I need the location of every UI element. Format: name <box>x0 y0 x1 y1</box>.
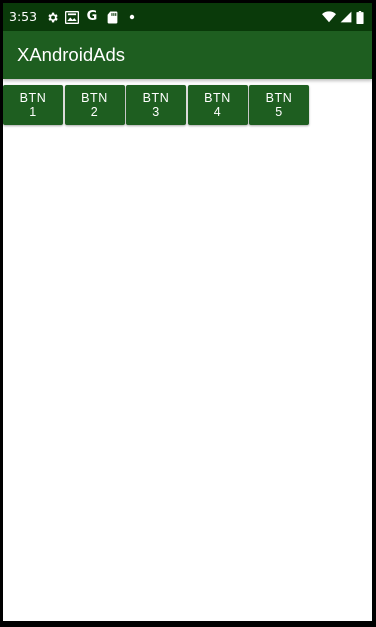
sd-card-icon <box>103 9 121 25</box>
google-icon: G <box>86 9 98 24</box>
button-label-line1: BTN <box>19 91 47 105</box>
status-time: 3:53 <box>9 9 38 24</box>
button-label-line2: 5 <box>275 105 283 119</box>
app-bar: XAndroidAds <box>3 31 372 79</box>
status-system-icons <box>318 9 364 25</box>
btn-1-button[interactable]: BTN 1 <box>3 85 63 125</box>
button-label-line1: BTN <box>204 91 231 105</box>
button-label-line2: 4 <box>213 105 222 119</box>
btn-2-button[interactable]: BTN 2 <box>64 85 125 125</box>
battery-icon <box>356 9 364 25</box>
cell-signal-icon <box>340 9 352 25</box>
wifi-icon <box>322 9 336 25</box>
btn-5-button[interactable]: BTN 5 <box>249 85 309 125</box>
button-label-line1: BTN <box>265 91 293 105</box>
button-label-line1: BTN <box>142 91 170 105</box>
gear-icon <box>43 9 61 25</box>
button-label-line2: 2 <box>90 105 99 119</box>
button-label-line2: 1 <box>29 105 37 119</box>
gallery-icon <box>63 9 81 25</box>
app-title: XAndroidAds <box>17 44 125 65</box>
status-bar: 3:53 G <box>3 3 372 31</box>
btn-4-button[interactable]: BTN 4 <box>187 85 248 125</box>
screen: 3:53 G XAndroidAds BTN 1 BTN 2 BTN 3 BTN… <box>3 3 372 621</box>
status-notification-icons: G <box>43 9 143 25</box>
button-row: BTN 1 BTN 2 BTN 3 BTN 4 BTN 5 <box>3 85 311 125</box>
btn-3-button[interactable]: BTN 3 <box>126 85 186 125</box>
device-frame: 3:53 G XAndroidAds BTN 1 BTN 2 BTN 3 BTN… <box>0 0 376 627</box>
button-label-line1: BTN <box>81 91 108 105</box>
dot-icon <box>123 9 141 25</box>
button-label-line2: 3 <box>152 105 160 119</box>
